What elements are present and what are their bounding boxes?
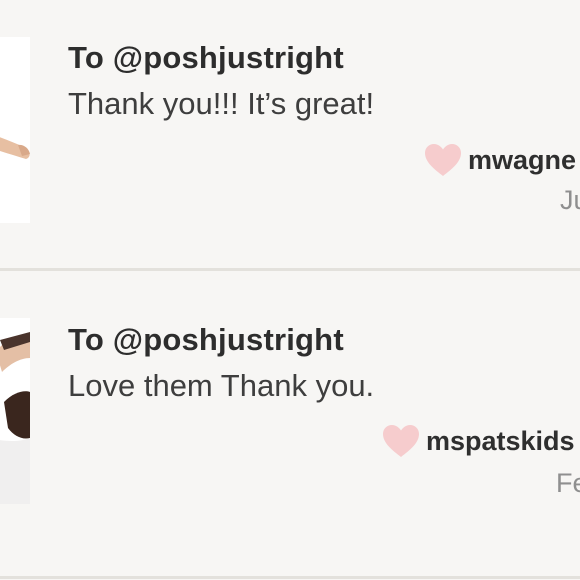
heart-icon bbox=[382, 424, 420, 458]
love-note-card[interactable]: To @poshjustright Love them Thank you. m… bbox=[0, 272, 580, 540]
love-note-card[interactable]: To @poshjustright Thank you!!! It’s grea… bbox=[0, 0, 580, 268]
note-message: Thank you!!! It’s great! bbox=[68, 86, 375, 121]
note-recipient[interactable]: To @poshjustright bbox=[68, 40, 344, 76]
note-recipient[interactable]: To @poshjustright bbox=[68, 322, 344, 358]
note-date: Fe bbox=[556, 468, 580, 498]
listing-thumbnail[interactable] bbox=[0, 318, 30, 504]
author-username[interactable]: mspatskids bbox=[426, 426, 575, 457]
note-author[interactable]: mwagne bbox=[424, 143, 576, 177]
listing-thumbnail[interactable] bbox=[0, 37, 30, 223]
note-date: Ju bbox=[560, 185, 580, 215]
card-divider bbox=[0, 576, 580, 579]
note-message: Love them Thank you. bbox=[68, 368, 375, 403]
card-divider bbox=[0, 268, 580, 271]
note-author[interactable]: mspatskids bbox=[382, 424, 575, 458]
love-notes-feed: To @poshjustright Thank you!!! It’s grea… bbox=[0, 0, 580, 580]
author-username[interactable]: mwagne bbox=[468, 145, 576, 176]
heart-icon bbox=[424, 143, 462, 177]
